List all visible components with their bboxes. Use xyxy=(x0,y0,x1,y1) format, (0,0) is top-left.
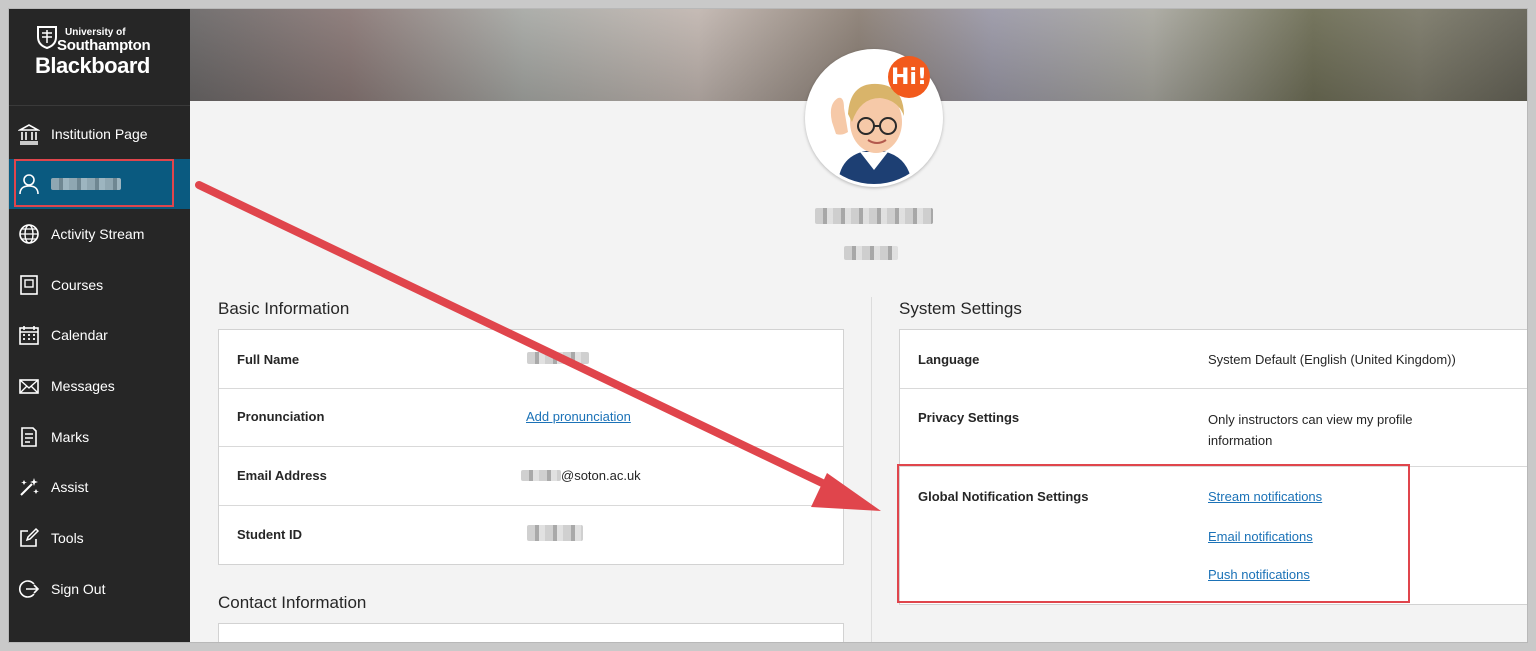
table-row: Privacy Settings Only instructors can vi… xyxy=(900,388,1527,467)
university-crest-icon xyxy=(37,26,57,49)
table-row: Full Name xyxy=(219,330,843,389)
add-pronunciation-link[interactable]: Add pronunciation xyxy=(526,409,631,424)
language-value: System Default (English (United Kingdom)… xyxy=(1208,352,1456,367)
sidebar-item-label: Institution Page xyxy=(51,126,148,142)
book-icon xyxy=(17,273,41,297)
language-label: Language xyxy=(918,352,980,367)
basic-information-card: Full Name Pronunciation Add pronunciatio… xyxy=(218,329,844,565)
table-row: Pronunciation Add pronunciation xyxy=(219,388,843,447)
institution-icon xyxy=(17,122,41,146)
wand-icon xyxy=(17,475,41,499)
sidebar-item-activity-stream[interactable]: Activity Stream xyxy=(9,209,190,259)
sidebar-item-assist[interactable]: Assist xyxy=(9,462,190,512)
sidebar-item-label: Messages xyxy=(51,378,115,394)
pronunciation-label: Pronunciation xyxy=(237,409,325,424)
edit-icon xyxy=(17,526,41,550)
contact-information-title: Contact Information xyxy=(218,593,367,612)
sidebar-item-sign-out[interactable]: Sign Out xyxy=(9,564,190,614)
column-divider xyxy=(871,297,872,642)
sidebar-item-label: Sign Out xyxy=(51,581,106,597)
full-name-value-redacted xyxy=(527,352,589,367)
sidebar-item-marks[interactable]: Marks xyxy=(9,412,190,462)
annotation-highlight-profile xyxy=(14,159,174,207)
sidebar-item-label: Assist xyxy=(51,479,89,495)
profile-subtitle-redacted xyxy=(844,246,898,265)
annotation-highlight-notifications xyxy=(897,464,1410,603)
sidebar-item-label: Courses xyxy=(51,277,104,293)
sidebar-item-institution-page[interactable]: Institution Page xyxy=(9,109,190,159)
student-id-value-redacted xyxy=(527,525,583,544)
blackboard-logo[interactable]: University of Southampton Blackboard xyxy=(9,9,190,106)
sidebar-item-calendar[interactable]: Calendar xyxy=(9,310,190,360)
sidebar-item-courses[interactable]: Courses xyxy=(9,260,190,310)
full-name-label: Full Name xyxy=(237,352,300,367)
profile-name-redacted xyxy=(815,208,933,229)
product-name: Blackboard xyxy=(35,53,150,78)
sidebar-item-messages[interactable]: Messages xyxy=(9,361,190,411)
envelope-icon xyxy=(17,374,41,398)
calendar-icon xyxy=(17,323,41,347)
sidebar-item-tools[interactable]: Tools xyxy=(9,513,190,563)
student-id-label: Student ID xyxy=(237,527,302,542)
sidebar: University of Southampton Blackboard Ins… xyxy=(9,9,190,642)
document-icon xyxy=(17,425,41,449)
email-address-value: @soton.ac.uk xyxy=(521,468,641,483)
sidebar-item-label: Activity Stream xyxy=(51,226,145,242)
email-address-label: Email Address xyxy=(237,468,327,483)
email-domain: @soton.ac.uk xyxy=(561,468,641,483)
hi-badge: Hi! xyxy=(888,56,930,98)
university-line2: Southampton xyxy=(57,37,151,54)
sign-out-icon xyxy=(17,577,41,601)
table-row: Student ID xyxy=(219,505,843,563)
sidebar-item-label: Marks xyxy=(51,429,90,445)
table-row: Email Address @soton.ac.uk xyxy=(219,446,843,506)
sidebar-item-label: Calendar xyxy=(51,327,108,343)
privacy-settings-value: Only instructors can view my profile inf… xyxy=(1208,412,1413,448)
sidebar-item-label: Tools xyxy=(51,530,84,546)
app-window: University of Southampton Blackboard Ins… xyxy=(9,9,1527,642)
table-row: Language System Default (English (United… xyxy=(900,330,1527,389)
globe-icon xyxy=(17,222,41,246)
privacy-settings-label: Privacy Settings xyxy=(918,410,1020,425)
basic-information-title: Basic Information xyxy=(218,299,350,318)
system-settings-title: System Settings xyxy=(899,299,1022,318)
contact-information-card xyxy=(218,623,844,642)
